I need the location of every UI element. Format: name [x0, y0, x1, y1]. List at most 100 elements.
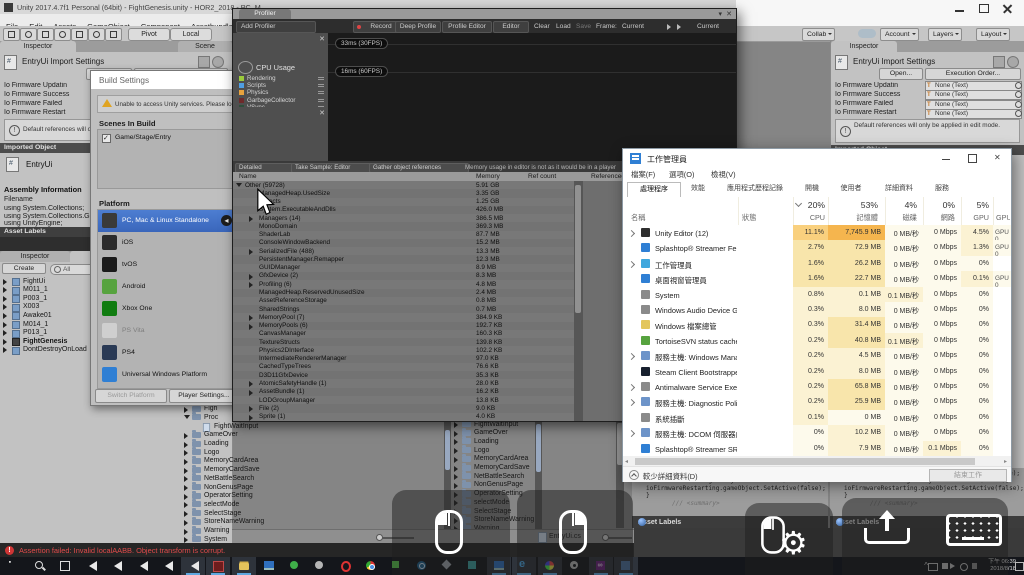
platform-ps-vita[interactable]: PS Vita — [98, 320, 236, 342]
transform-tool-1[interactable] — [20, 28, 37, 41]
expander-icon[interactable] — [184, 450, 188, 456]
project-folder[interactable]: Loading — [182, 440, 444, 449]
scenes-list[interactable]: Game/Stage/Entry — [97, 129, 237, 189]
object-picker-icon[interactable] — [1015, 101, 1022, 108]
expander-icon[interactable] — [3, 339, 7, 345]
expander-icon[interactable] — [249, 216, 253, 222]
tm-menu-item[interactable]: 檢視(V) — [711, 169, 736, 180]
gather-references-toggle[interactable]: Gather object references — [369, 163, 469, 173]
transform-tool-6[interactable] — [105, 28, 122, 41]
expander-icon[interactable] — [184, 468, 188, 474]
editor-dropdown[interactable]: Editor — [493, 21, 529, 33]
collab-button[interactable]: Collab — [802, 28, 835, 41]
expander-icon[interactable] — [454, 466, 458, 472]
disk-total[interactable]: 4% — [885, 200, 917, 210]
expander-icon[interactable] — [184, 415, 190, 419]
expander-icon[interactable] — [628, 384, 635, 391]
memory-row[interactable]: PersistentManager.Remapper12.3 MB — [233, 255, 574, 263]
chart-legend-item[interactable]: Scripts — [233, 82, 328, 89]
taskbar-start-icon[interactable] — [2, 557, 26, 575]
create-button[interactable]: Create — [2, 263, 46, 274]
mem-total[interactable]: 53% — [828, 200, 878, 210]
process-row[interactable]: 系統插斷0.1%0 MB0 MB/秒0 Mbps0% — [623, 410, 1011, 425]
tm-tab-3[interactable]: 開機 — [797, 182, 827, 196]
notification-center-icon[interactable] — [1015, 562, 1024, 571]
col-referenced[interactable]: Referenced — [591, 173, 625, 180]
chart-legend-item[interactable]: Rendering — [233, 75, 328, 82]
expander-icon[interactable] — [236, 183, 242, 187]
layers-button[interactable]: Layers — [928, 28, 962, 41]
drag-handle-icon[interactable] — [318, 84, 324, 85]
process-row[interactable]: 桌面視窗管理員1.6%22.7 MB0 MB/秒0 Mbps0.1%GPU 0 — [623, 271, 1011, 286]
taskbar-unity-icon[interactable] — [181, 557, 205, 575]
transform-tool-2[interactable] — [37, 28, 54, 41]
tm-tab-1[interactable]: 效能 — [683, 182, 713, 196]
memory-row[interactable]: ManagedHeap.ReservedUnusedSize2.4 MB — [233, 289, 574, 297]
memory-row[interactable]: SerializedFile (488)13.3 MB — [233, 247, 574, 255]
cpu-chart[interactable]: 33ms (30FPS) 16ms (60FPS) — [328, 33, 736, 108]
process-row[interactable]: Unity Editor (12)11.1%7,745.9 MB0 MB/秒0 … — [623, 225, 1011, 240]
remote-overlay-right-click[interactable] — [517, 490, 633, 575]
expander-icon[interactable] — [249, 315, 253, 321]
memory-row[interactable]: ManagedHeap.UsedSize3.35 GB — [233, 189, 574, 197]
memory-row[interactable]: Managers (14)386.5 MB — [233, 214, 574, 222]
expander-icon[interactable] — [628, 230, 635, 237]
keyboard-icon[interactable] — [946, 514, 1002, 546]
fewer-details-button[interactable]: 較少詳細資料(D) — [629, 469, 698, 482]
memory-row[interactable]: MemoryPools (6)192.7 KB — [233, 322, 574, 330]
transform-tool-5[interactable] — [88, 28, 105, 41]
next-frame-icon[interactable] — [677, 24, 681, 30]
expander-icon[interactable] — [454, 474, 458, 480]
expander-icon[interactable] — [628, 430, 635, 437]
pivot-button[interactable]: Pivot — [128, 28, 170, 41]
process-row[interactable]: 工作管理員1.6%26.2 MB0 MB/秒0 Mbps0% — [623, 256, 1011, 271]
col-status[interactable]: 狀態 — [742, 213, 756, 223]
expander-icon[interactable] — [184, 494, 188, 500]
tab-profiler[interactable]: Profiler — [239, 9, 291, 19]
taskbar-critter-icon[interactable] — [283, 557, 307, 575]
save-button[interactable]: Save — [576, 23, 591, 30]
memory-row[interactable]: SharedStrings0.7 MB — [233, 305, 574, 313]
take-sample-button[interactable]: Take Sample: Editor — [291, 163, 373, 173]
zoom-slider-knob[interactable] — [376, 534, 383, 541]
col-memory[interactable]: Memory — [476, 173, 500, 180]
tm-tab-6[interactable]: 服務 — [927, 182, 957, 196]
expander-icon[interactable] — [3, 347, 7, 353]
deep-profile-toggle[interactable]: Deep Profile — [395, 21, 441, 33]
transform-tool-3[interactable] — [54, 28, 71, 41]
gpu-total[interactable]: 5% — [959, 200, 989, 210]
expander-icon[interactable] — [3, 322, 7, 328]
close-icon[interactable] — [1000, 2, 1016, 14]
memory-row[interactable]: Objects1.25 GB — [233, 198, 574, 206]
prev-frame-icon[interactable] — [667, 24, 671, 30]
close-icon[interactable]: ✕ — [985, 149, 1011, 167]
process-row[interactable]: 服務主機: DCOM 伺服器處...0%10.2 MB0 MB/秒0 Mbps0… — [623, 425, 1011, 440]
platform-android[interactable]: Android — [98, 276, 236, 298]
platform-ios[interactable]: iOS — [98, 232, 236, 254]
expander-icon[interactable] — [3, 313, 7, 319]
memory-row[interactable]: CachedTypeTrees76.6 KB — [233, 363, 574, 371]
tm-tab-5[interactable]: 詳細資料 — [875, 182, 923, 196]
asset-store-icon[interactable] — [638, 518, 646, 526]
taskbar-search-icon[interactable] — [28, 557, 52, 575]
expander-icon[interactable] — [249, 274, 253, 280]
platform-pc-mac-linux-standalone[interactable]: PC, Mac & Linux Standalone◂ — [98, 210, 236, 232]
process-row[interactable]: Splashtop® Streamer Fe...2.7%72.9 MB0 MB… — [623, 240, 1011, 255]
memory-row[interactable]: ShaderLab87.7 MB — [233, 231, 574, 239]
scroll-left-icon[interactable]: ◂ — [625, 458, 628, 465]
expander-icon[interactable] — [184, 511, 188, 517]
layout-button[interactable]: Layout — [976, 28, 1010, 41]
gear-icon[interactable] — [212, 56, 224, 68]
expander-icon[interactable] — [249, 324, 253, 330]
process-row[interactable]: TortoiseSVN status cache0.2%40.8 MB0.1 M… — [623, 333, 1011, 348]
minimize-icon[interactable] — [933, 149, 959, 167]
expander-icon[interactable] — [454, 422, 458, 428]
expander-icon[interactable] — [184, 433, 188, 439]
expander-icon[interactable] — [454, 439, 458, 445]
object-field[interactable]: None (Text) — [925, 109, 1022, 119]
platform-tvos[interactable]: tvOS — [98, 254, 236, 276]
memory-row[interactable]: GfxDevice (2)8.3 MB — [233, 272, 574, 280]
transform-tool-4[interactable] — [71, 28, 88, 41]
expander-icon[interactable] — [184, 502, 188, 508]
expander-icon[interactable] — [628, 261, 635, 268]
